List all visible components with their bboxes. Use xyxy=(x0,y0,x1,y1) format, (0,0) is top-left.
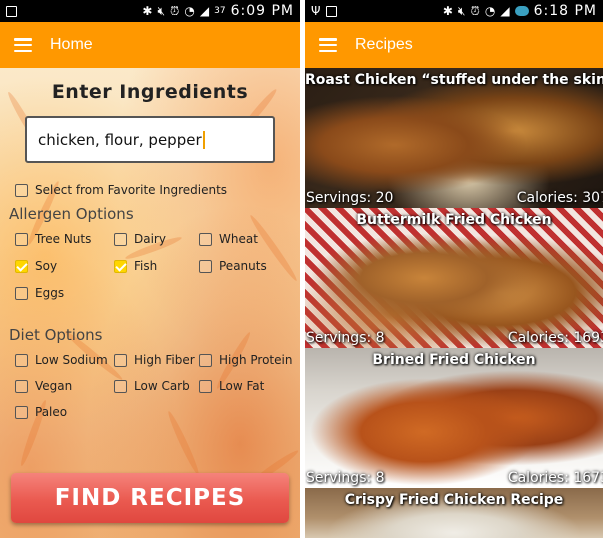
wifi-icon: ◔ xyxy=(184,4,195,18)
recipe-servings: Servings: 8 xyxy=(306,470,385,486)
diet-label: Vegan xyxy=(35,379,73,393)
battery-icon xyxy=(514,6,529,16)
home-screen: ✱ 🔇︎ ⏰︎ ◔ ◢ 37 6:09 PM Home Enter Ingred… xyxy=(0,0,300,538)
checkbox[interactable] xyxy=(199,379,212,393)
allergen-label: Wheat xyxy=(219,232,258,246)
recipe-calories: Calories: 1673 xyxy=(507,470,603,486)
diet-label: High Fiber xyxy=(134,353,195,367)
bluetooth-icon: ✱ xyxy=(442,4,453,18)
checkbox[interactable] xyxy=(199,259,212,273)
status-bar: Ψ ✱ 🔇︎ ⏰︎ ◔ ◢ 6:18 PM xyxy=(305,0,603,22)
recipe-title: Brined Fried Chicken xyxy=(372,352,536,368)
diet-low-carb[interactable]: Low Carb xyxy=(114,379,190,393)
app-bar-title: Recipes xyxy=(355,36,413,53)
image-notification-icon xyxy=(6,5,17,17)
recipe-title: Roast Chicken “stuffed under the skin” xyxy=(305,72,603,88)
ingredients-input[interactable]: chicken, flour, pepper xyxy=(25,116,275,163)
recipe-card[interactable]: Crispy Fried Chicken Recipe xyxy=(305,488,603,538)
allergen-label: Soy xyxy=(35,259,58,273)
diet-options-title: Diet Options xyxy=(9,326,103,344)
diet-label: Low Sodium xyxy=(35,353,108,367)
recipe-card[interactable]: Buttermilk Fried Chicken Servings: 8 Cal… xyxy=(305,208,603,348)
diet-label: Paleo xyxy=(35,405,68,419)
battery-icon: 37 xyxy=(214,6,226,16)
checkbox[interactable] xyxy=(15,286,28,300)
diet-high-protein[interactable]: High Protein xyxy=(199,353,292,367)
home-content: Enter Ingredients chicken, flour, pepper… xyxy=(0,68,300,538)
signal-icon: ◢ xyxy=(199,4,210,18)
allergen-label: Eggs xyxy=(35,286,65,300)
checkbox[interactable] xyxy=(114,379,127,393)
checkbox[interactable] xyxy=(114,232,127,246)
mute-icon: 🔇︎ xyxy=(157,3,166,18)
recipe-list: Roast Chicken “stuffed under the skin” S… xyxy=(305,68,603,538)
status-bar: ✱ 🔇︎ ⏰︎ ◔ ◢ 37 6:09 PM xyxy=(0,0,300,22)
recipe-image xyxy=(305,208,603,348)
diet-label: Low Carb xyxy=(134,379,190,393)
recipes-screen: Ψ ✱ 🔇︎ ⏰︎ ◔ ◢ 6:18 PM Recipes Roast Chic… xyxy=(305,0,603,538)
status-time: 6:18 PM xyxy=(533,3,597,19)
recipe-image xyxy=(305,348,603,488)
allergen-label: Dairy xyxy=(134,232,166,246)
allergen-label: Peanuts xyxy=(219,259,267,273)
checkbox[interactable] xyxy=(199,353,212,367)
ingredients-input-value: chicken, flour, pepper xyxy=(38,130,202,149)
favorite-ingredients-checkbox[interactable]: Select from Favorite Ingredients xyxy=(15,183,227,197)
app-bar-title: Home xyxy=(50,36,93,53)
wifi-icon: ◔ xyxy=(484,4,496,18)
allergen-tree-nuts[interactable]: Tree Nuts xyxy=(15,232,91,246)
hamburger-menu-icon[interactable] xyxy=(14,38,32,52)
recipe-title: Crispy Fried Chicken Recipe xyxy=(344,492,564,508)
diet-low-fat[interactable]: Low Fat xyxy=(199,379,264,393)
recipe-calories: Calories: 1693 xyxy=(507,330,603,346)
diet-paleo[interactable]: Paleo xyxy=(15,405,67,419)
allergen-eggs[interactable]: Eggs xyxy=(15,286,64,300)
app-bar: Home xyxy=(0,22,300,68)
usb-icon: Ψ xyxy=(311,4,321,18)
checkbox[interactable] xyxy=(15,405,28,419)
alarm-icon: ⏰︎ xyxy=(470,3,480,18)
favorite-ingredients-label: Select from Favorite Ingredients xyxy=(35,183,228,197)
checkbox[interactable] xyxy=(114,353,127,367)
checkbox[interactable] xyxy=(199,232,212,246)
allergen-label: Fish xyxy=(134,259,158,273)
diet-low-sodium[interactable]: Low Sodium xyxy=(15,353,108,367)
diet-vegan[interactable]: Vegan xyxy=(15,379,72,393)
allergen-peanuts[interactable]: Peanuts xyxy=(199,259,267,273)
checkbox[interactable] xyxy=(15,379,28,393)
hamburger-menu-icon[interactable] xyxy=(319,38,337,52)
recipe-card[interactable]: Brined Fried Chicken Servings: 8 Calorie… xyxy=(305,348,603,488)
text-cursor xyxy=(202,130,205,149)
allergen-options-title: Allergen Options xyxy=(9,205,134,223)
recipe-card[interactable]: Roast Chicken “stuffed under the skin” S… xyxy=(305,68,603,208)
allergen-dairy[interactable]: Dairy xyxy=(114,232,166,246)
recipe-servings: Servings: 8 xyxy=(306,330,385,346)
allergen-wheat[interactable]: Wheat xyxy=(199,232,258,246)
app-bar: Recipes xyxy=(305,22,603,68)
recipe-calories: Calories: 307 xyxy=(516,190,603,206)
diet-high-fiber[interactable]: High Fiber xyxy=(114,353,195,367)
recipe-image xyxy=(305,68,603,208)
status-time: 6:09 PM xyxy=(230,3,294,19)
allergen-label: Tree Nuts xyxy=(35,232,92,246)
alarm-icon: ⏰︎ xyxy=(170,3,180,18)
recipe-title: Buttermilk Fried Chicken xyxy=(356,212,552,228)
signal-icon: ◢ xyxy=(500,4,510,18)
recipe-servings: Servings: 20 xyxy=(306,190,394,206)
bluetooth-icon: ✱ xyxy=(142,4,153,18)
diet-label: High Protein xyxy=(219,353,293,367)
checkbox[interactable] xyxy=(15,353,28,367)
find-recipes-button[interactable]: FIND RECIPES xyxy=(11,473,289,523)
checkbox[interactable] xyxy=(15,183,28,197)
diet-label: Low Fat xyxy=(219,379,265,393)
allergen-soy[interactable]: Soy xyxy=(15,259,57,273)
checkbox[interactable] xyxy=(114,259,127,273)
image-notification-icon xyxy=(326,5,338,17)
checkbox[interactable] xyxy=(15,259,28,273)
allergen-fish[interactable]: Fish xyxy=(114,259,157,273)
mute-icon: 🔇︎ xyxy=(457,3,466,18)
checkbox[interactable] xyxy=(15,232,28,246)
page-heading: Enter Ingredients xyxy=(51,81,249,103)
